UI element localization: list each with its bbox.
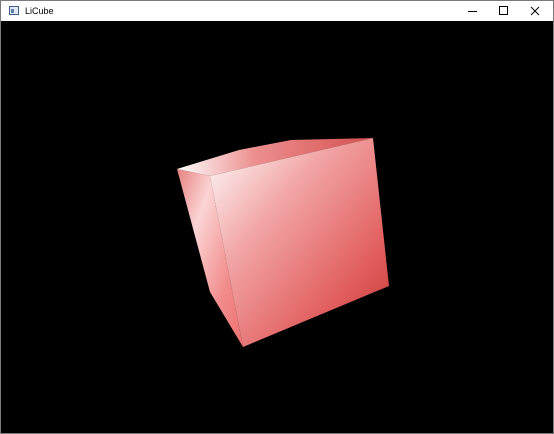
title-bar[interactable]: LiCube (1, 1, 553, 21)
cube-scene (177, 138, 389, 347)
minimize-icon (468, 11, 477, 12)
minimize-button[interactable] (457, 1, 489, 21)
maximize-icon (499, 6, 508, 15)
maximize-button[interactable] (489, 1, 521, 21)
render-viewport[interactable] (7, 22, 548, 428)
app-window: LiCube (0, 0, 554, 434)
close-icon (530, 6, 540, 16)
close-button[interactable] (521, 1, 553, 21)
app-window-icon (9, 6, 19, 15)
window-title: LiCube (25, 6, 54, 16)
